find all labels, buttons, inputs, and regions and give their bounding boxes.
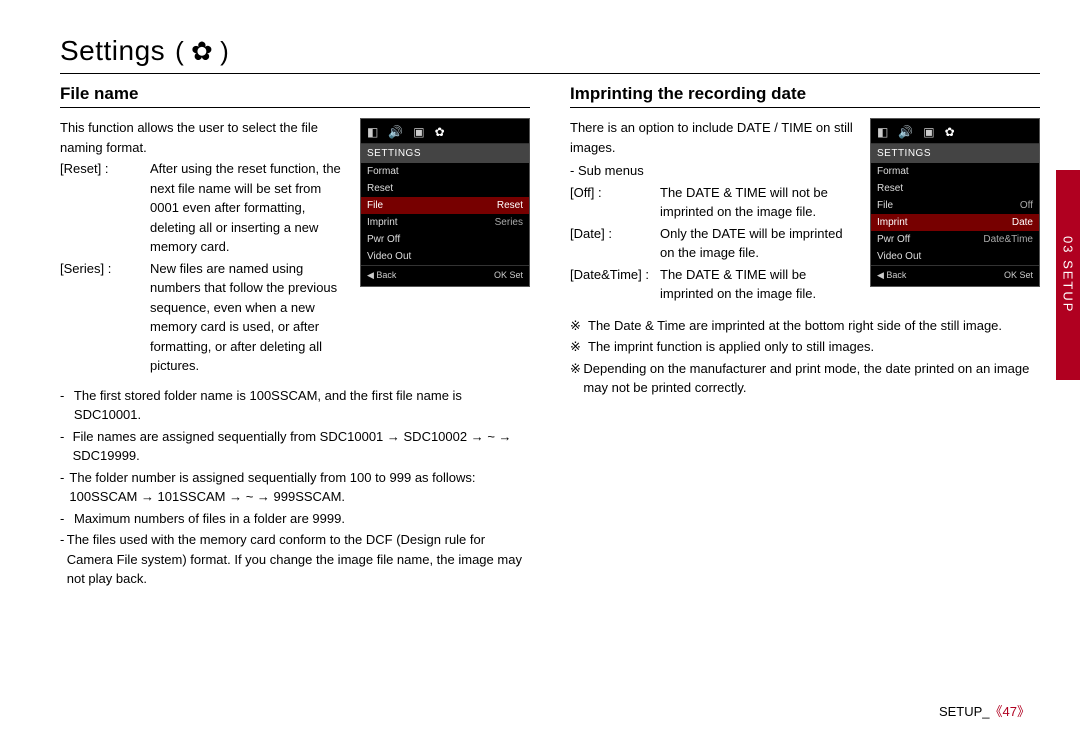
lcd-row: Pwr Off — [361, 231, 529, 248]
lcd-imprint-foot: ◀ Back OK Set — [871, 265, 1039, 286]
lcd-row: Format — [361, 163, 529, 180]
display-icon: ▣ — [413, 123, 424, 141]
imprint-body: ◧ 🔊 ▣ ✿ SETTINGS Format Reset FileOff Im… — [570, 118, 1040, 398]
lcd-row: Video Out — [361, 248, 529, 265]
lcd-row: Pwr OffDate&Time — [871, 231, 1039, 248]
page: Settings ( ✿ ) File name ◧ 🔊 ▣ ✿ SETTING… — [0, 0, 1080, 746]
imprint-notes: ※The Date & Time are imprinted at the bo… — [570, 316, 1040, 398]
lcd-back: ◀ Back — [877, 269, 906, 283]
lcd-row: Video Out — [871, 248, 1039, 265]
option-off: [Off] : The DATE & TIME will not be impr… — [570, 183, 860, 222]
lcd-imprint-tabs: ◧ 🔊 ▣ ✿ — [871, 119, 1039, 144]
option-series: [Series] : New ﬁles are named using numb… — [60, 259, 350, 376]
lcd-back: ◀ Back — [367, 269, 396, 283]
camera-icon: ◧ — [367, 123, 378, 141]
page-title-row: Settings ( ✿ ) — [60, 35, 1040, 74]
gear-icon: ( ✿ ) — [175, 36, 229, 67]
lcd-row: ImprintSeries — [361, 214, 529, 231]
imprint-heading: Imprinting the recording date — [570, 84, 1040, 108]
lcd-file: ◧ 🔊 ▣ ✿ SETTINGS Format Reset FileReset … — [360, 118, 530, 287]
lcd-ok: OK Set — [1004, 269, 1033, 283]
settings-icon: ✿ — [435, 123, 445, 141]
file-name-heading: File name — [60, 84, 530, 108]
lcd-file-foot: ◀ Back OK Set — [361, 265, 529, 286]
lcd-row-selected: FileReset — [361, 197, 529, 214]
lcd-imprint-head: SETTINGS — [871, 144, 1039, 163]
left-column: File name ◧ 🔊 ▣ ✿ SETTINGS Format Reset … — [60, 84, 530, 589]
settings-icon: ✿ — [945, 123, 955, 141]
right-column: Imprinting the recording date ◧ 🔊 ▣ ✿ SE… — [570, 84, 1040, 589]
lcd-row: FileOff — [871, 197, 1039, 214]
lcd-ok: OK Set — [494, 269, 523, 283]
lcd-file-head: SETTINGS — [361, 144, 529, 163]
side-tab: 03 SETUP — [1056, 170, 1080, 380]
option-date: [Date] : Only the DATE will be imprinted… — [570, 224, 860, 263]
lcd-imprint: ◧ 🔊 ▣ ✿ SETTINGS Format Reset FileOff Im… — [870, 118, 1040, 287]
lcd-row: Reset — [361, 180, 529, 197]
page-footer: SETUP_《47》 — [939, 701, 1030, 720]
file-bullets: -The ﬁrst stored folder name is 100SSCAM… — [60, 386, 530, 589]
page-title: Settings — [60, 35, 165, 67]
lcd-file-tabs: ◧ 🔊 ▣ ✿ — [361, 119, 529, 144]
page-number: 《47》 — [990, 704, 1030, 719]
sound-icon: 🔊 — [388, 123, 403, 141]
lcd-row-selected: ImprintDate — [871, 214, 1039, 231]
sound-icon: 🔊 — [898, 123, 913, 141]
option-reset: [Reset] : After using the reset function… — [60, 159, 350, 257]
lcd-row: Reset — [871, 180, 1039, 197]
camera-icon: ◧ — [877, 123, 888, 141]
display-icon: ▣ — [923, 123, 934, 141]
lcd-row: Format — [871, 163, 1039, 180]
content-columns: File name ◧ 🔊 ▣ ✿ SETTINGS Format Reset … — [60, 84, 1040, 589]
footer-label: SETUP_ — [939, 704, 990, 719]
option-datetime: [Date&Time] : The DATE & TIME will be im… — [570, 265, 860, 304]
file-name-body: ◧ 🔊 ▣ ✿ SETTINGS Format Reset FileReset … — [60, 118, 530, 589]
